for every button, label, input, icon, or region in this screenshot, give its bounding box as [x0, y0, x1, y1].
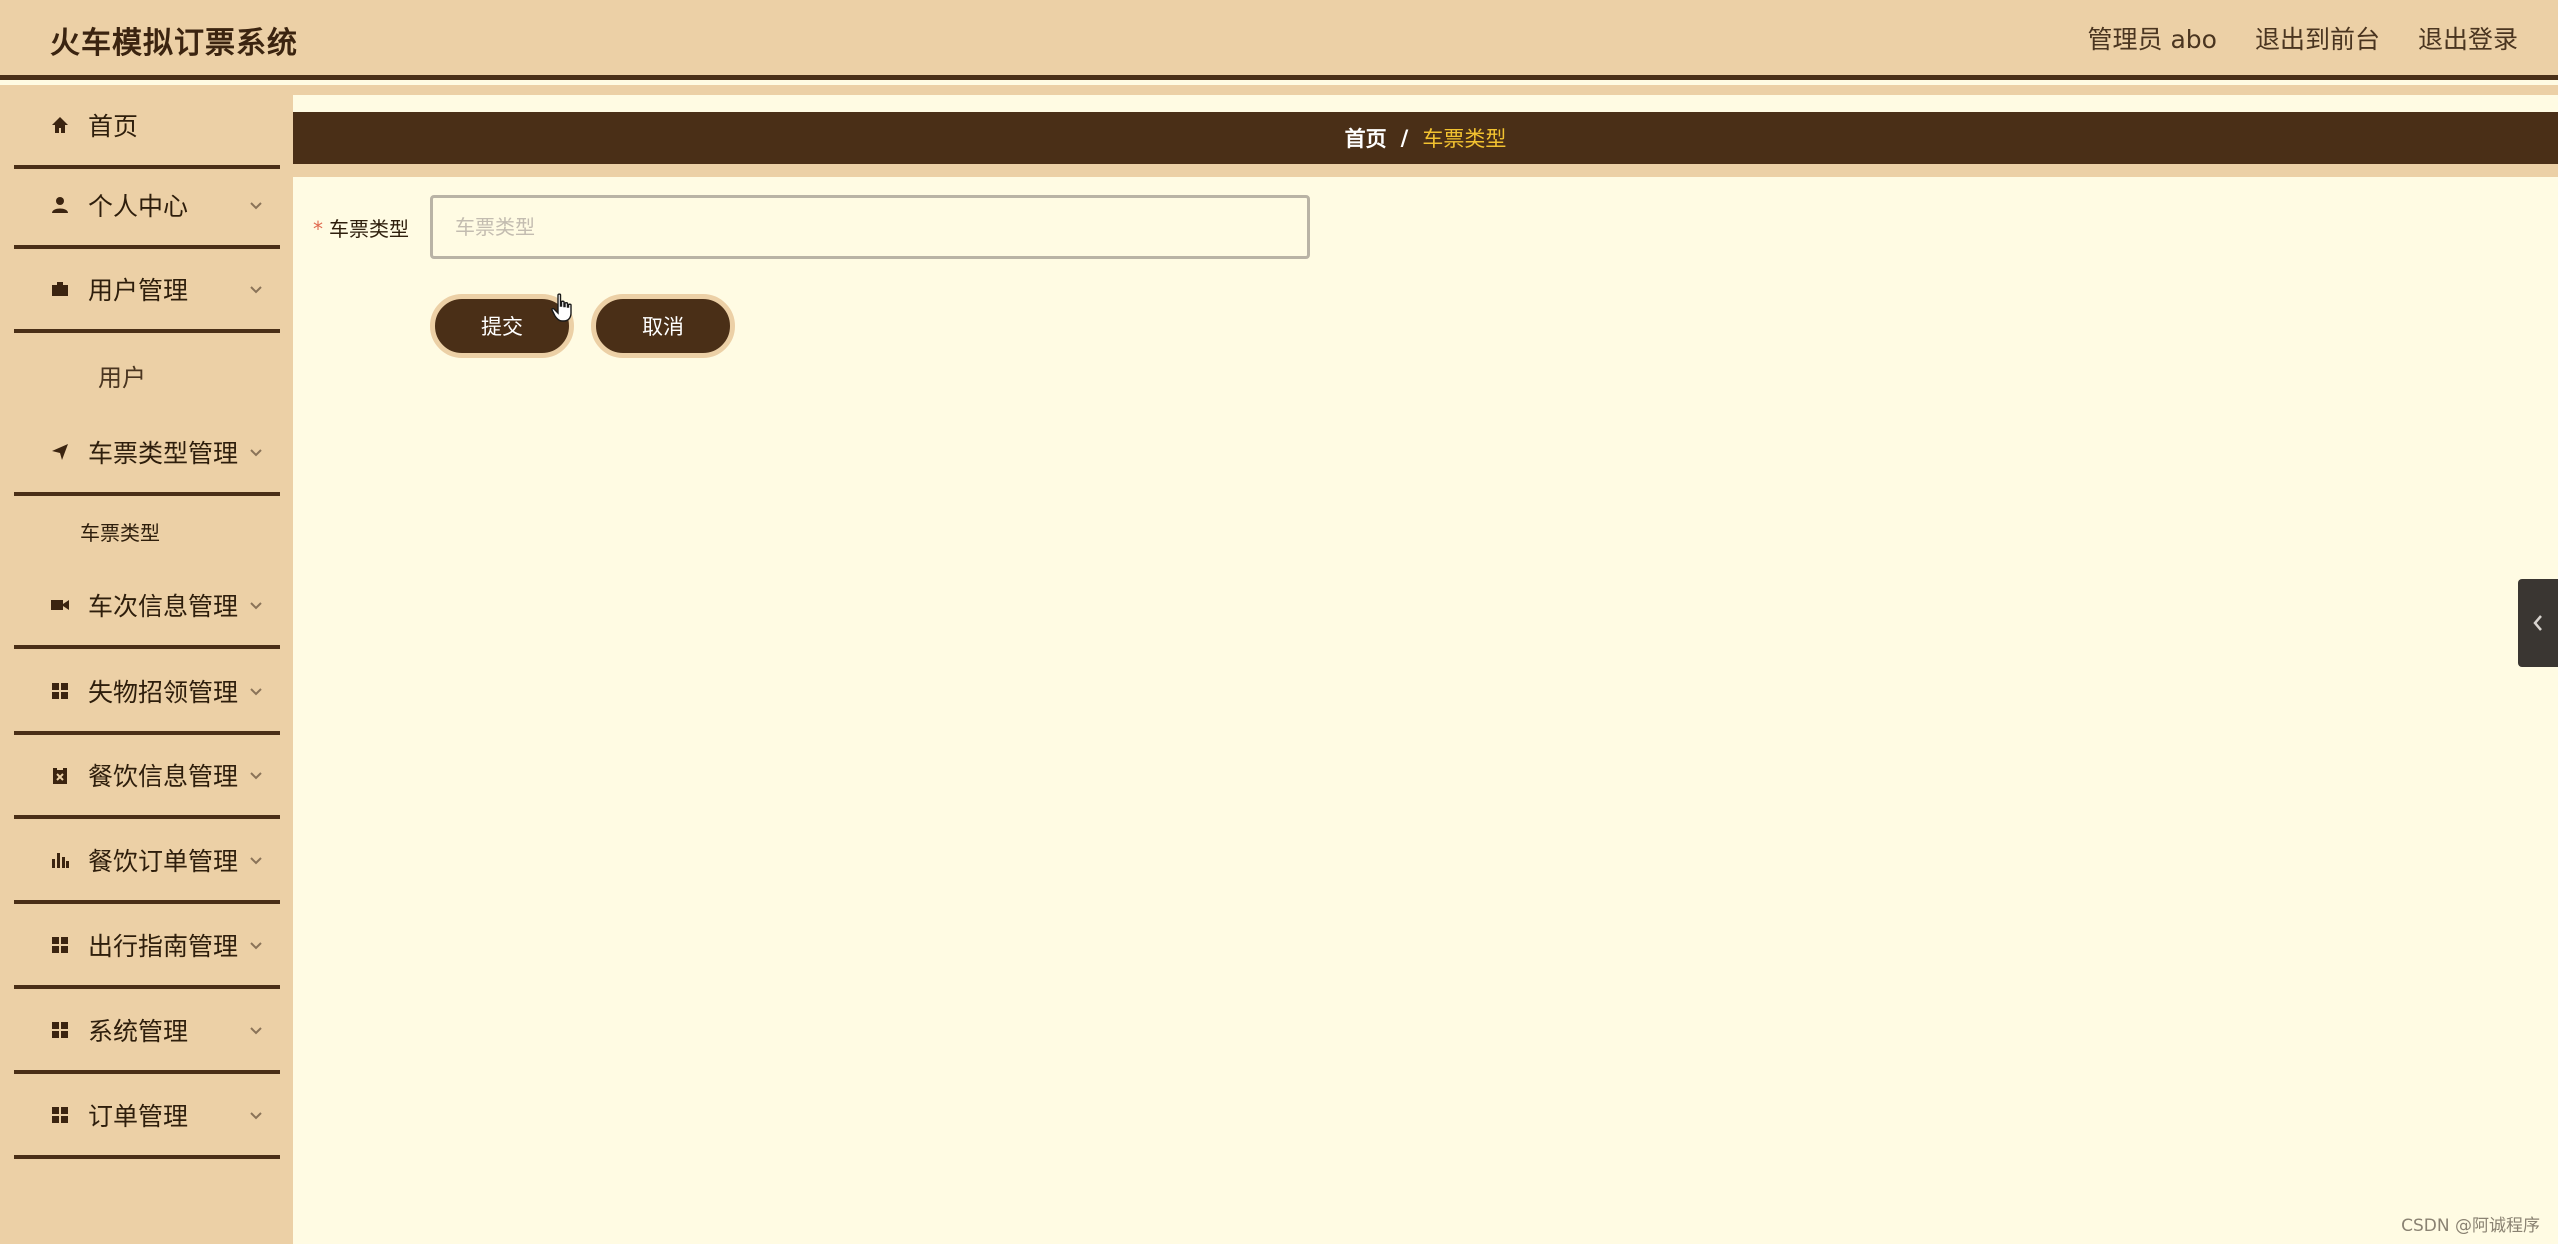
sidebar-item-system-management[interactable]: 系统管理 [14, 990, 280, 1074]
side-panel-toggle[interactable] [2518, 579, 2558, 667]
video-icon [50, 595, 70, 615]
sidebar-item-label: 用户管理 [88, 276, 189, 305]
main-content: 首页 / 车票类型 *车票类型 提交 取消 [293, 85, 2558, 1244]
grid-icon [50, 681, 70, 701]
sidebar-item-order-management[interactable]: 订单管理 [14, 1075, 280, 1159]
chevron-down-icon [248, 444, 264, 460]
grid-icon [50, 935, 70, 955]
form-buttons: 提交 取消 [430, 294, 735, 358]
chevron-down-icon [248, 197, 264, 213]
chevron-down-icon [248, 683, 264, 699]
sidebar-item-dining-order-management[interactable]: 餐饮订单管理 [14, 820, 280, 904]
sidebar-item-label: 餐饮信息管理 [88, 762, 239, 791]
chevron-down-icon [248, 852, 264, 868]
header-links: 管理员 abo 退出到前台 退出登录 [2088, 20, 2518, 56]
chevron-down-icon [248, 1022, 264, 1038]
chevron-down-icon [248, 937, 264, 953]
ticket-type-input[interactable] [430, 195, 1310, 259]
chevron-left-icon [2533, 615, 2542, 631]
sidebar-item-dining-info-management[interactable]: 餐饮信息管理 [14, 735, 280, 819]
breadcrumb: 首页 / 车票类型 [293, 112, 2558, 164]
watermark: CSDN @阿诚程序 [2401, 1216, 2540, 1236]
sidebar-subitem-users[interactable]: 用户 [98, 358, 146, 393]
sidebar-item-label: 失物招领管理 [88, 678, 239, 707]
sidebar-item-label: 餐饮订单管理 [88, 847, 239, 876]
chevron-down-icon [248, 1107, 264, 1123]
sidebar-item-lost-found-management[interactable]: 失物招领管理 [14, 651, 280, 735]
top-header: 火车模拟订票系统 管理员 abo 退出到前台 退出登录 [0, 0, 2558, 80]
sidebar-item-travel-guide-management[interactable]: 出行指南管理 [14, 905, 280, 989]
hand-cursor-icon [551, 293, 572, 322]
top-strip [293, 85, 2558, 95]
app-title: 火车模拟订票系统 [50, 26, 298, 61]
admin-user-label: 管理员 abo [2087, 25, 2217, 54]
ticket-type-form-row: * 车票类型 [313, 195, 1310, 259]
sidebar-item-label: 系统管理 [88, 1017, 189, 1046]
ticket-type-label: * 车票类型 [313, 213, 430, 242]
chevron-down-icon [248, 767, 264, 783]
required-mark: * [313, 216, 323, 241]
grid-icon [50, 1105, 70, 1125]
grid-icon [50, 1020, 70, 1040]
breadcrumb-underline [293, 164, 2558, 177]
home-icon [50, 115, 70, 135]
sidebar-item-label: 车票类型管理 [88, 439, 239, 468]
sidebar-item-label: 订单管理 [88, 1102, 189, 1131]
sidebar-item-ticket-type-management[interactable]: 车票类型管理 [14, 412, 280, 496]
sidebar-item-train-info-management[interactable]: 车次信息管理 [14, 565, 280, 649]
sidebar-item-user-management[interactable]: 用户管理 [14, 249, 280, 333]
sidebar-item-label: 个人中心 [88, 192, 189, 221]
cancel-button[interactable]: 取消 [591, 294, 735, 358]
back-to-front-link[interactable]: 退出到前台 [2255, 20, 2380, 56]
sidebar-item-label: 出行指南管理 [88, 932, 239, 961]
clipboard-icon [50, 765, 70, 785]
send-icon [50, 442, 70, 462]
sidebar-item-profile[interactable]: 个人中心 [14, 165, 280, 249]
briefcase-icon [50, 279, 70, 299]
sidebar-subitem-ticket-type[interactable]: 车票类型 [80, 517, 160, 546]
bar-chart-icon [50, 850, 70, 870]
sidebar-item-home[interactable]: 首页 [14, 85, 280, 169]
chevron-down-icon [248, 597, 264, 613]
breadcrumb-home[interactable]: 首页 [1345, 123, 1387, 153]
sidebar: 首页 个人中心 用户管理 用户 车票类型管理 车票类型 车次信息管理 失物招领管… [0, 85, 293, 1244]
breadcrumb-separator: / [1400, 126, 1409, 150]
user-icon [50, 195, 70, 215]
sidebar-item-label: 首页 [88, 112, 139, 141]
ticket-type-label-text: 车票类型 [329, 216, 409, 241]
logout-link[interactable]: 退出登录 [2418, 20, 2518, 56]
chevron-down-icon [248, 281, 264, 297]
sidebar-item-label: 车次信息管理 [88, 592, 239, 621]
breadcrumb-current: 车票类型 [1422, 127, 1507, 151]
